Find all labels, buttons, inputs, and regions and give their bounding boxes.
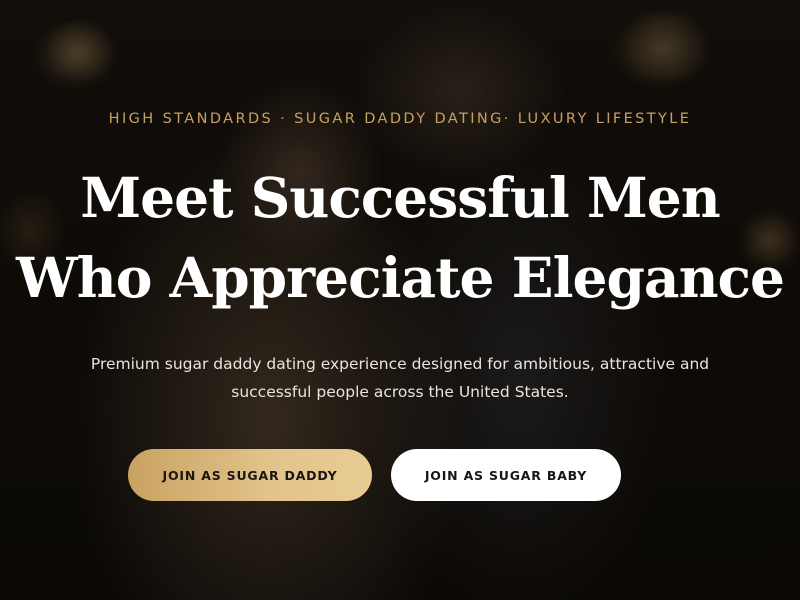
hero-subtitle: Premium sugar daddy dating experience de… [40, 350, 760, 406]
hero-headline: Meet Successful Men Who Appreciate Elega… [0, 158, 800, 318]
hero-content: HIGH STANDARDS · SUGAR DADDY DATING· LUX… [0, 0, 800, 600]
subtitle-line-2: successful people across the United Stat… [231, 383, 569, 401]
join-sugar-daddy-button[interactable]: JOIN AS SUGAR DADDY [128, 449, 372, 501]
headline-line-1: Meet Successful Men [80, 165, 721, 230]
hero-eyebrow: HIGH STANDARDS · SUGAR DADDY DATING· LUX… [108, 111, 692, 127]
headline-line-2: Who Appreciate Elegance [15, 245, 785, 310]
subtitle-line-1: Premium sugar daddy dating experience de… [90, 355, 710, 373]
join-sugar-baby-button[interactable]: JOIN AS SUGAR BABY [391, 449, 621, 501]
hero-section: HIGH STANDARDS · SUGAR DADDY DATING· LUX… [0, 0, 800, 600]
